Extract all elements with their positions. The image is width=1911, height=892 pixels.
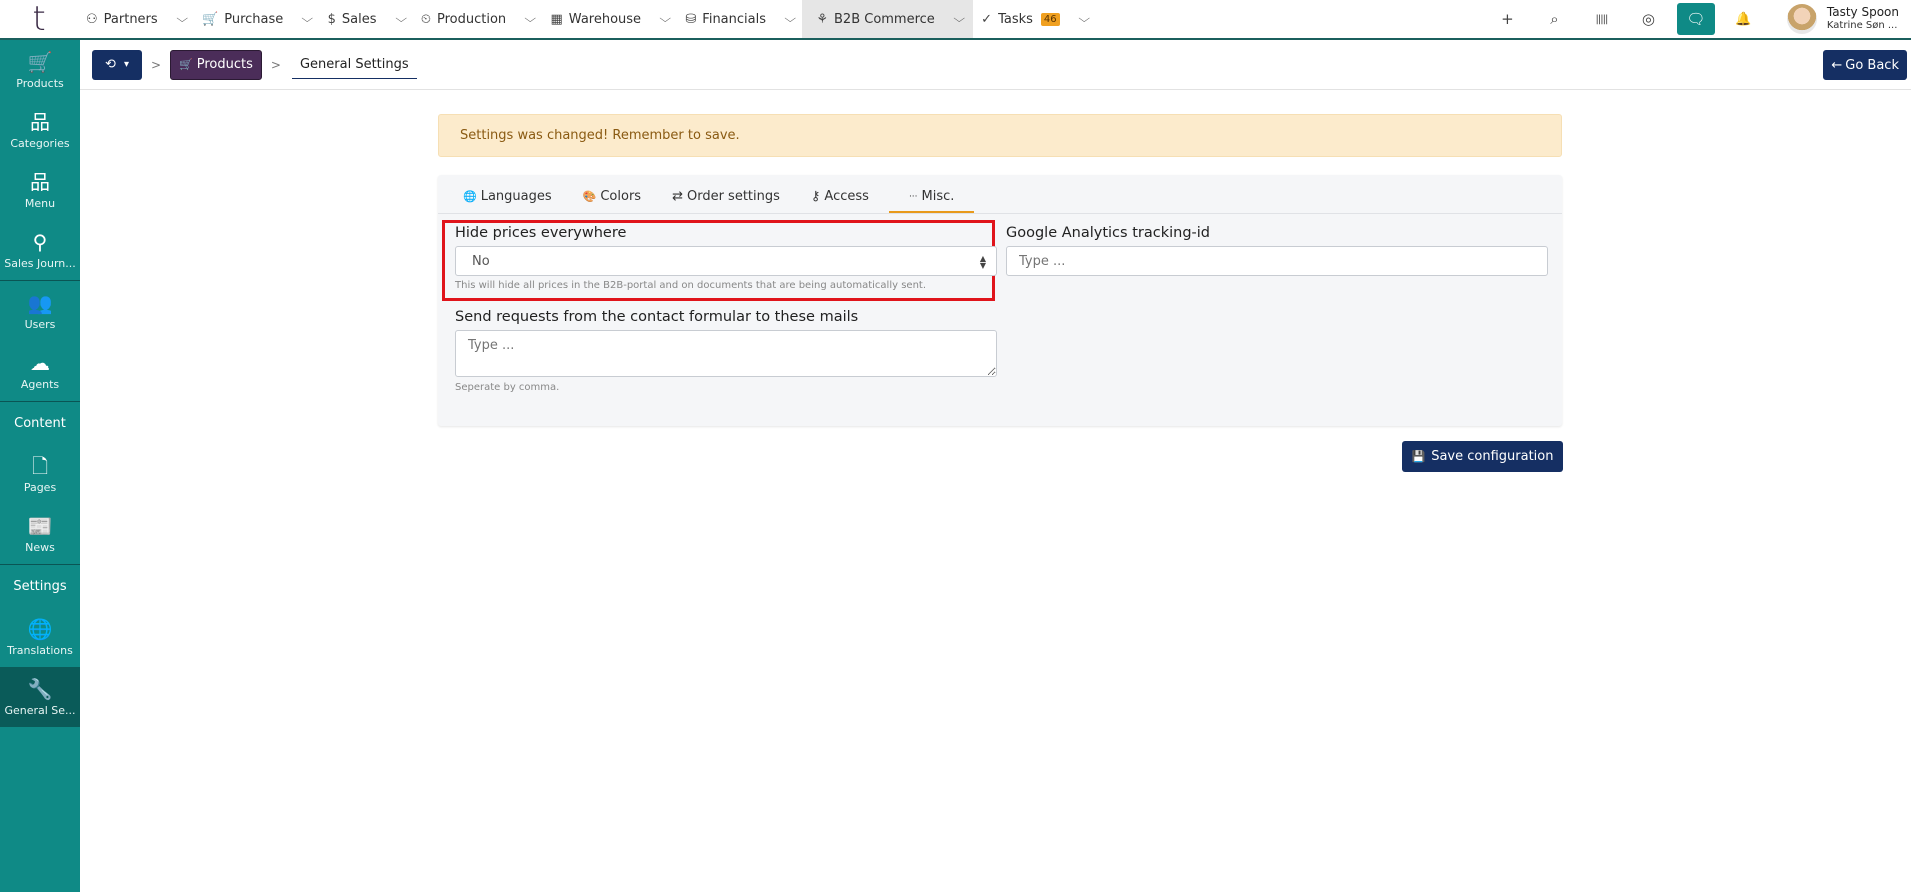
breadcrumb: ⟲ ▾ > 🛒 Products > General Settings ← Go… [80, 40, 1911, 90]
tasks-count-badge: 46 [1040, 12, 1060, 26]
agents-icon: ☁ [30, 350, 50, 375]
unsaved-changes-alert: Settings was changed! Remember to save. [438, 114, 1562, 157]
user-name: Katrine Søn ... [1826, 20, 1898, 31]
hierarchy-icon: 品 [30, 109, 50, 134]
chevron-down-icon[interactable]: ⌵ [176, 12, 188, 26]
alert-text: Settings was changed! Remember to save. [460, 128, 740, 143]
hierarchy-icon: 品 [30, 169, 50, 194]
newspaper-icon: 📰 [27, 513, 53, 538]
sales-icon: $ [327, 11, 336, 27]
users-icon: 👥 [27, 290, 53, 315]
ga-tracking-label: Google Analytics tracking-id [1006, 225, 1210, 241]
settings-panel: 🌐 Languages 🎨 Colors ⇄ Order settings ⚷ Acce… [438, 175, 1562, 426]
nav-production[interactable]: ⏲ Production ⌵ [413, 0, 543, 38]
contact-mails-textarea[interactable] [455, 330, 997, 377]
caret-down-icon: ▾ [123, 59, 129, 70]
chevron-down-icon[interactable]: ⌵ [302, 12, 314, 26]
chevron-down-icon[interactable]: ⌵ [953, 12, 965, 26]
wrench-icon: 🔧 [27, 676, 53, 701]
handshake-icon: ⚇ [86, 11, 98, 27]
check-icon: ✓ [981, 11, 993, 27]
tab-colors[interactable]: 🎨 Colors [572, 189, 652, 213]
save-configuration-button[interactable]: 💾 Save configuration [1402, 441, 1563, 472]
ellipsis-icon: ··· [908, 191, 918, 202]
sidebar-item-products[interactable]: 🛒 Products [0, 40, 80, 100]
exchange-icon: ⇄ [672, 189, 683, 204]
route-icon: ⚲ [32, 229, 48, 254]
tab-misc[interactable]: ··· Misc. [888, 189, 975, 213]
user-menu[interactable]: Tasty Spoon Katrine Søn ... [1827, 5, 1899, 33]
contact-mails-help: Seperate by comma. [455, 382, 560, 393]
page-icon: 🗋 [31, 453, 49, 478]
search-icon[interactable]: ⌕ [1531, 0, 1578, 38]
sidebar-item-general-settings[interactable]: 🔧 General Se... [0, 667, 80, 727]
hide-prices-help: This will hide all prices in the B2B-por… [455, 280, 927, 291]
globe-icon: 🌐 [27, 616, 53, 641]
nav-tasks[interactable]: ✓ Tasks 46 ⌵ [973, 0, 1096, 38]
bell-icon[interactable]: 🔔 [1720, 0, 1767, 38]
breadcrumb-products[interactable]: 🛒 Products [170, 49, 262, 80]
chevron-right-icon: > [151, 57, 162, 72]
coins-icon: ⛁ [685, 11, 697, 27]
cart-icon: 🛒 [202, 11, 219, 27]
globe-icon: 🌐 [463, 190, 477, 203]
tab-languages[interactable]: 🌐 Languages [452, 189, 563, 213]
arrow-left-icon: ← [1831, 57, 1843, 73]
nav-financials[interactable]: ⛁ Financials ⌵ [677, 0, 802, 38]
sidebar-item-categories[interactable]: 品 Categories [0, 100, 80, 160]
b2b-icon: ⚘ [816, 11, 828, 27]
barcode-icon[interactable]: ||||| [1578, 0, 1625, 38]
cart-icon: 🛒 [179, 58, 193, 71]
sidebar-item-translations[interactable]: 🌐 Translations [0, 607, 80, 667]
sort-arrows-icon: ▲ ▼ [979, 254, 986, 270]
production-icon: ⏲ [420, 11, 431, 27]
cart-icon: 🛒 [27, 49, 53, 74]
tab-order-settings[interactable]: ⇄ Order settings [661, 189, 791, 213]
contact-mails-label: Send requests from the contact formular … [455, 309, 859, 325]
chevron-down-icon[interactable]: ⌵ [395, 12, 407, 26]
nav-sales[interactable]: $ Sales ⌵ [320, 0, 413, 38]
nav-warehouse[interactable]: ▦ Warehouse ⌵ [543, 0, 678, 38]
history-icon: ⟲ [105, 57, 116, 72]
warehouse-icon: ▦ [550, 11, 563, 27]
palette-icon: 🎨 [582, 190, 597, 203]
help-lifebuoy-icon[interactable]: ◎ [1625, 0, 1672, 38]
sidebar-item-sales-journey[interactable]: ⚲ Sales Journ... [0, 220, 80, 280]
save-icon: 💾 [1411, 450, 1426, 463]
settings-tabs: 🌐 Languages 🎨 Colors ⇄ Order settings ⚷ Acce… [438, 175, 1562, 214]
sidebar-item-menu[interactable]: 品 Menu [0, 160, 80, 220]
nav-purchase[interactable]: 🛒 Purchase ⌵ [194, 0, 320, 38]
go-back-button[interactable]: ← Go Back [1823, 50, 1907, 80]
chevron-down-icon[interactable]: ⌵ [1078, 12, 1090, 26]
user-company: Tasty Spoon [1826, 5, 1899, 19]
sidebar-item-pages[interactable]: 🗋 Pages [0, 444, 80, 504]
nav-partners[interactable]: ⚇ Partners ⌵ [78, 0, 194, 38]
chevron-down-icon[interactable]: ⌵ [524, 12, 536, 26]
key-icon: ⚷ [810, 189, 821, 204]
chevron-down-icon[interactable]: ⌵ [784, 12, 796, 26]
breadcrumb-current: General Settings [291, 51, 417, 79]
hide-prices-value: No [472, 253, 490, 269]
hide-prices-label: Hide prices everywhere [455, 225, 627, 241]
ga-tracking-input[interactable] [1006, 246, 1548, 276]
sidebar: 🛒 Products 品 Categories 品 Menu ⚲ Sales Journ… [0, 40, 80, 892]
sidebar-heading-settings: Settings [13, 578, 67, 594]
history-button[interactable]: ⟲ ▾ [92, 49, 142, 80]
sidebar-item-agents[interactable]: ☁ Agents [0, 341, 80, 401]
avatar[interactable] [1786, 4, 1817, 34]
app-logo[interactable]: t [0, 0, 78, 39]
sidebar-item-news[interactable]: 📰 News [0, 504, 80, 564]
chevron-down-icon[interactable]: ⌵ [659, 12, 671, 26]
hide-prices-select[interactable]: No ▲ ▼ [455, 246, 997, 276]
tab-access[interactable]: ⚷ Access [800, 189, 880, 213]
chat-icon[interactable]: 🗨 [1676, 3, 1715, 35]
add-icon[interactable]: + [1484, 0, 1531, 38]
chevron-right-icon: > [270, 57, 281, 72]
top-navigation: t ⚇ Partners ⌵ 🛒 Purchase ⌵ $ Sales ⌵ ⏲ Product… [0, 0, 1911, 40]
nav-b2b-commerce[interactable]: ⚘ B2B Commerce ⌵ [802, 0, 974, 38]
sidebar-heading-content: Content [14, 415, 66, 431]
sidebar-item-users[interactable]: 👥 Users [0, 281, 80, 341]
